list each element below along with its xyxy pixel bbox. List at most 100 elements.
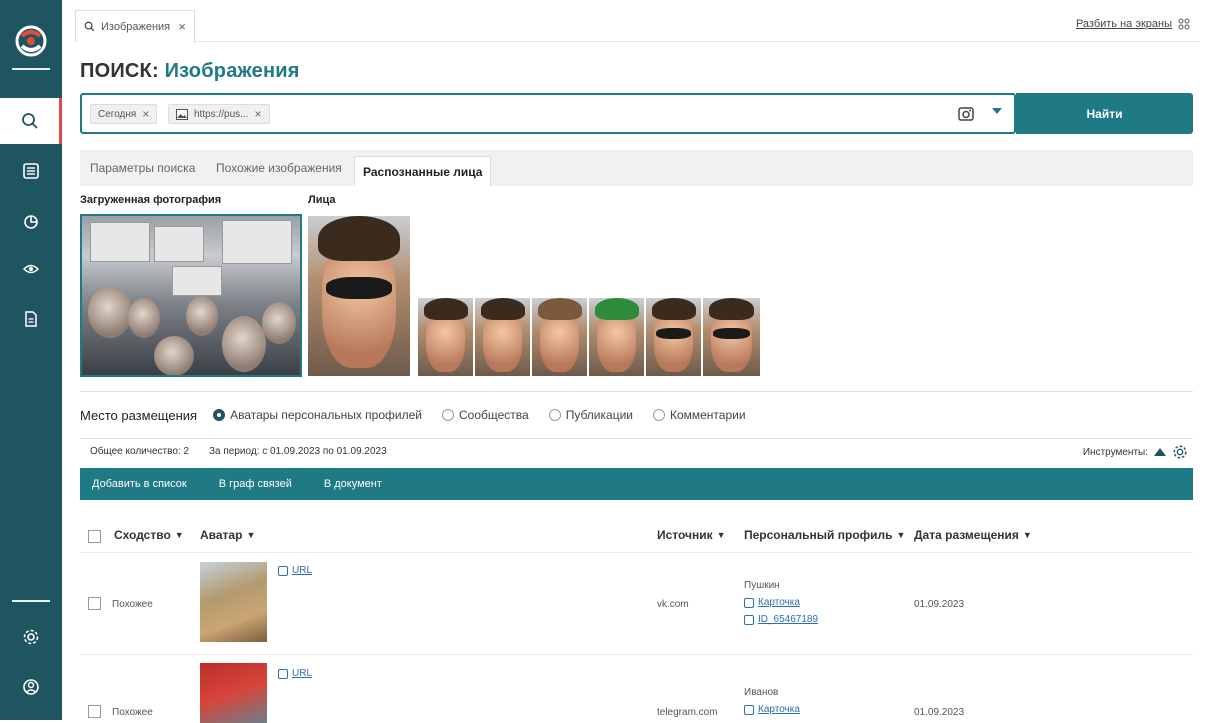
sidebar-item-documents[interactable] <box>0 296 62 342</box>
face-thumbnail[interactable] <box>308 216 410 376</box>
grid-icon <box>1178 18 1190 30</box>
find-button[interactable]: Найти <box>1016 93 1193 134</box>
url-link[interactable]: URL <box>278 565 312 576</box>
sidebar-item-search[interactable] <box>0 98 62 144</box>
page-title: ПОИСК: Изображения <box>80 60 300 83</box>
sidebar-item-settings[interactable] <box>0 614 62 660</box>
chip-label: https://pus... <box>194 108 249 120</box>
avatar-image[interactable] <box>200 663 267 723</box>
radio-publications[interactable]: Публикации <box>548 408 633 422</box>
tab-search-params[interactable]: Параметры поиска <box>90 150 195 186</box>
uploaded-photo-label: Загруженная фотография <box>80 194 222 206</box>
to-document-button[interactable]: В документ <box>324 478 382 490</box>
filter-chip-image-url[interactable]: https://pus... × <box>168 104 270 124</box>
add-to-list-button[interactable]: Добавить в список <box>92 478 187 490</box>
camera-search-icon[interactable] <box>958 106 974 122</box>
column-header-date[interactable]: Дата размещения ▼ <box>914 528 1032 542</box>
document-icon <box>25 311 37 327</box>
face-thumbnail[interactable] <box>532 298 587 376</box>
chevron-down-icon[interactable] <box>992 108 1002 114</box>
face-thumbnail[interactable] <box>646 298 701 376</box>
similarity-value: Похожее <box>112 599 153 610</box>
faces-label: Лица <box>308 194 336 206</box>
close-icon[interactable]: × <box>142 107 149 121</box>
sidebar-divider <box>12 600 50 602</box>
profile-name: Иванов <box>744 687 779 698</box>
filter-chip-today[interactable]: Сегодня × <box>90 104 158 124</box>
header-label: Аватар <box>200 528 243 542</box>
divider <box>80 438 1193 439</box>
url-link[interactable]: URL <box>278 668 312 679</box>
row-checkbox[interactable] <box>88 597 101 610</box>
column-header-profile[interactable]: Персональный профиль ▼ <box>744 528 905 542</box>
page-title-key: ПОИСК: <box>80 60 159 82</box>
face-thumbnail[interactable] <box>475 298 530 376</box>
sidebar-item-monitoring[interactable] <box>0 246 62 292</box>
link-label: ID_65467189 <box>758 614 819 625</box>
similarity-value: Похожее <box>112 707 153 718</box>
radio-comments[interactable]: Комментарии <box>652 408 746 422</box>
column-header-avatar[interactable]: Аватар ▼ <box>200 528 255 542</box>
radio-communities[interactable]: Сообщества <box>441 408 529 422</box>
sidebar-item-lists[interactable] <box>0 148 62 194</box>
sidebar-item-analytics[interactable] <box>0 198 62 244</box>
close-icon[interactable]: × <box>178 19 186 34</box>
left-sidebar <box>0 0 62 720</box>
row-checkbox[interactable] <box>88 705 101 718</box>
header-label: Сходство <box>114 528 171 542</box>
period-range: За период: с 01.09.2023 по 01.09.2023 <box>209 446 387 457</box>
card-icon <box>744 597 754 608</box>
radio-label: Аватары персональных профилей <box>230 408 422 422</box>
app-logo-icon <box>15 25 47 57</box>
sort-caret-icon: ▼ <box>896 530 906 540</box>
sort-caret-icon: ▼ <box>174 530 184 540</box>
placement-title: Место размещения <box>80 407 198 423</box>
source-value: vk.com <box>657 599 689 610</box>
chip-label: Сегодня <box>98 108 137 120</box>
split-screens-link[interactable]: Разбить на экраны <box>1076 18 1190 30</box>
pie-chart-icon <box>24 215 38 229</box>
image-icon <box>176 108 188 120</box>
header-label: Персональный профиль <box>744 528 893 542</box>
profile-id-link[interactable]: ID_65467189 <box>744 614 818 625</box>
select-all-checkbox[interactable] <box>88 530 101 543</box>
eye-icon <box>22 264 40 274</box>
radio-label: Публикации <box>565 408 633 422</box>
user-icon <box>23 679 39 695</box>
close-icon[interactable]: × <box>254 107 261 121</box>
column-header-source[interactable]: Источник ▼ <box>657 528 726 542</box>
header-label: Источник <box>657 528 713 542</box>
tab-similar-images[interactable]: Похожие изображения <box>216 150 342 186</box>
uploaded-photo[interactable] <box>80 214 302 377</box>
to-graph-button[interactable]: В граф связей <box>219 478 292 490</box>
header-label: Дата размещения <box>914 528 1019 542</box>
sort-caret-icon: ▼ <box>1022 530 1032 540</box>
chevron-up-icon[interactable] <box>1154 448 1166 456</box>
list-icon <box>23 163 39 179</box>
external-link-icon <box>278 565 288 576</box>
profile-card-link[interactable]: Карточка <box>744 704 800 715</box>
search-input[interactable]: Сегодня × https://pus... × <box>80 93 1016 134</box>
gear-icon[interactable] <box>1172 444 1188 460</box>
tools-panel[interactable]: Инструменты: <box>1083 444 1188 460</box>
split-screens-label: Разбить на экраны <box>1075 18 1172 30</box>
card-icon <box>744 704 754 715</box>
date-value: 01.09.2023 <box>914 599 965 610</box>
radio-profile-avatars[interactable]: Аватары персональных профилей <box>213 408 422 422</box>
radio-label: Сообщества <box>458 408 529 422</box>
face-thumbnail[interactable] <box>703 298 760 376</box>
sort-caret-icon: ▼ <box>246 530 256 540</box>
tab-images[interactable]: Изображения × <box>75 10 195 42</box>
gear-icon <box>23 629 39 645</box>
face-thumbnail[interactable] <box>418 298 473 376</box>
profile-card-link[interactable]: Карточка <box>744 597 800 608</box>
sidebar-divider <box>12 68 50 70</box>
face-thumbnail[interactable] <box>589 298 644 376</box>
placement-filter: Место размещения Аватары персональных пр… <box>80 405 766 425</box>
sidebar-item-profile[interactable] <box>0 664 62 710</box>
column-header-similarity[interactable]: Сходство ▼ <box>114 528 184 542</box>
tab-recognized-faces[interactable]: Распознанные лица <box>354 156 492 186</box>
divider <box>80 391 1193 392</box>
avatar-image[interactable] <box>200 562 267 642</box>
total-count: Общее количество: 2 <box>90 446 190 457</box>
